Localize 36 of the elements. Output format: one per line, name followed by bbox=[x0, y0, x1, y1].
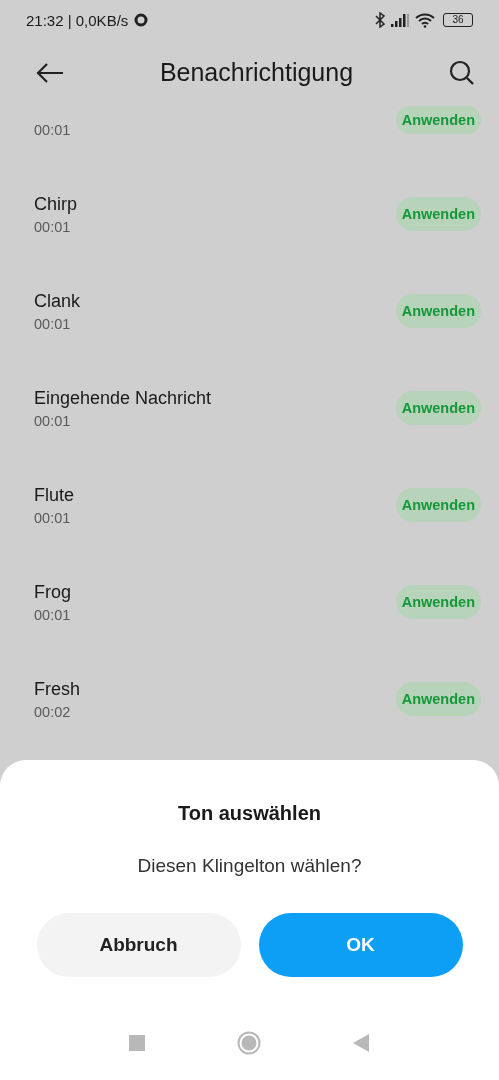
recents-icon[interactable] bbox=[129, 1035, 145, 1051]
apply-button[interactable]: Anwenden bbox=[395, 391, 481, 425]
sound-duration: 00:01 bbox=[34, 315, 72, 334]
sound-name: Eingehende Nachricht bbox=[34, 387, 213, 410]
dialog-title: Ton auswählen bbox=[178, 802, 321, 825]
apply-button[interactable]: Anwenden bbox=[395, 106, 481, 134]
page-title: Benachrichtigung bbox=[158, 58, 355, 87]
ok-button[interactable]: OK bbox=[258, 913, 463, 977]
sound-name: Flute bbox=[34, 484, 76, 507]
sound-name: Fresh bbox=[34, 678, 81, 701]
dialog-message: Diesen Klingelton wählen? bbox=[137, 855, 362, 877]
bluetooth-icon bbox=[375, 12, 385, 28]
search-icon[interactable] bbox=[449, 59, 475, 86]
apply-button[interactable]: Anwenden bbox=[395, 197, 481, 231]
signal-icon bbox=[391, 13, 409, 27]
back-icon[interactable] bbox=[353, 1034, 369, 1052]
sound-duration: 00:01 bbox=[34, 606, 72, 625]
ring-icon bbox=[134, 13, 149, 27]
cancel-button[interactable]: Abbruch bbox=[36, 913, 241, 977]
apply-button[interactable]: Anwenden bbox=[395, 488, 481, 522]
home-icon[interactable] bbox=[237, 1031, 261, 1055]
sound-duration: 00:01 bbox=[34, 509, 72, 528]
apply-button[interactable]: Anwenden bbox=[395, 294, 481, 328]
sound-duration: 00:01 bbox=[34, 121, 72, 140]
apply-button[interactable]: Anwenden bbox=[395, 682, 481, 716]
wifi-icon bbox=[415, 12, 435, 28]
sound-name: Frog bbox=[34, 581, 72, 604]
sound-duration: 00:02 bbox=[34, 703, 72, 722]
sound-name: Clank bbox=[34, 290, 82, 313]
sound-name: Chirp bbox=[34, 193, 78, 216]
sound-duration: 00:01 bbox=[34, 218, 72, 237]
sound-duration: 00:01 bbox=[34, 412, 72, 431]
apply-button[interactable]: Anwenden bbox=[395, 585, 481, 619]
status-time: 21:32 | 0,0KB/s bbox=[26, 11, 129, 29]
back-arrow-icon[interactable] bbox=[36, 62, 64, 83]
battery-icon: 36 bbox=[443, 13, 473, 27]
